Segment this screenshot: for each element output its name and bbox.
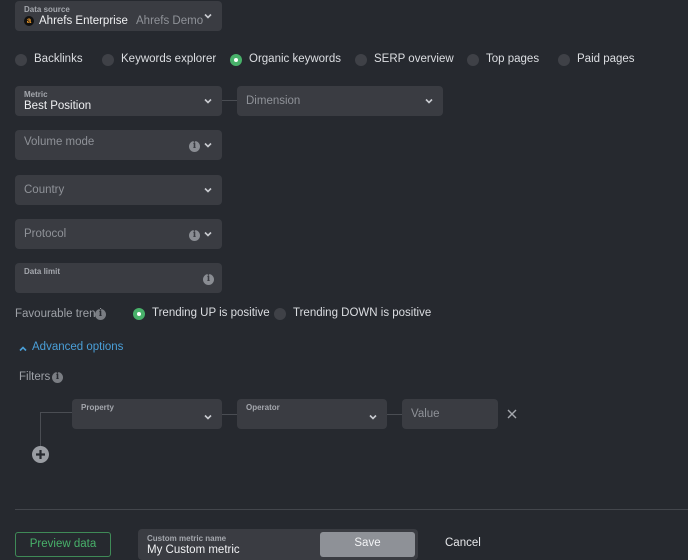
tab-backlinks[interactable]: Backlinks bbox=[15, 52, 85, 68]
tab-label: SERP overview bbox=[374, 53, 454, 65]
operator-label: Operator bbox=[246, 403, 280, 412]
metric-select[interactable]: Metric Best Position bbox=[15, 86, 222, 116]
chevron-down-icon bbox=[369, 414, 377, 420]
divider bbox=[15, 509, 688, 510]
data-source-label: Data source bbox=[24, 5, 70, 14]
radio-selected-icon bbox=[133, 308, 145, 320]
connector-line bbox=[222, 414, 237, 415]
chevron-down-icon bbox=[204, 231, 212, 237]
tab-label: Keywords explorer bbox=[121, 53, 217, 65]
volume-mode-placeholder: Volume mode bbox=[24, 136, 95, 148]
trend-up-option[interactable]: Trending UP is positive bbox=[133, 307, 270, 323]
radio-icon bbox=[274, 308, 286, 320]
filter-operator-select[interactable]: Operator bbox=[237, 399, 387, 429]
data-source-sub: Ahrefs Demo bbox=[136, 15, 204, 27]
chevron-down-icon bbox=[204, 414, 212, 420]
chevron-down-icon bbox=[204, 98, 212, 104]
filters-label: Filters bbox=[19, 371, 51, 383]
trend-down-option[interactable]: Trending DOWN is positive bbox=[274, 307, 431, 323]
chevron-down-icon bbox=[204, 142, 212, 148]
close-icon[interactable] bbox=[506, 408, 518, 420]
protocol-select[interactable]: Protocol i bbox=[15, 219, 222, 249]
connector-line bbox=[387, 414, 402, 415]
advanced-options-label: Advanced options bbox=[32, 341, 124, 353]
radio-icon bbox=[102, 54, 114, 66]
plus-icon bbox=[36, 450, 45, 459]
metric-value: Best Position bbox=[24, 100, 92, 112]
radio-icon bbox=[15, 54, 27, 66]
tab-label: Paid pages bbox=[577, 53, 635, 65]
info-icon[interactable]: i bbox=[95, 309, 106, 320]
chevron-down-icon bbox=[204, 13, 212, 19]
dimension-select[interactable]: Dimension bbox=[237, 86, 443, 116]
trend-down-label: Trending DOWN is positive bbox=[293, 307, 432, 319]
connector-line bbox=[222, 100, 237, 101]
country-select[interactable]: Country bbox=[15, 175, 222, 205]
volume-mode-select[interactable]: Volume mode i bbox=[15, 130, 222, 160]
filter-property-select[interactable]: Property bbox=[72, 399, 222, 429]
filter-tree-line bbox=[40, 412, 72, 413]
radio-icon bbox=[467, 54, 479, 66]
preview-data-button[interactable]: Preview data bbox=[15, 532, 111, 557]
ahrefs-logo-icon: a bbox=[24, 16, 34, 26]
filter-value-input[interactable]: Value bbox=[402, 399, 498, 429]
value-placeholder: Value bbox=[411, 408, 440, 420]
custom-metric-name-label: Custom metric name bbox=[147, 534, 227, 543]
filter-tree-line bbox=[40, 412, 41, 448]
tab-top-pages[interactable]: Top pages bbox=[467, 52, 542, 68]
preview-data-label: Preview data bbox=[29, 538, 97, 550]
dimension-placeholder: Dimension bbox=[246, 95, 301, 107]
metric-label: Metric bbox=[24, 90, 48, 99]
country-placeholder: Country bbox=[24, 184, 65, 196]
tab-label: Backlinks bbox=[34, 53, 83, 65]
save-button[interactable]: Save bbox=[320, 532, 415, 557]
protocol-placeholder: Protocol bbox=[24, 228, 67, 240]
info-icon[interactable]: i bbox=[203, 274, 214, 285]
advanced-options-toggle[interactable]: Advanced options bbox=[18, 341, 123, 357]
data-source-value: Ahrefs Enterprise bbox=[39, 15, 128, 27]
radio-icon bbox=[558, 54, 570, 66]
trend-up-label: Trending UP is positive bbox=[152, 307, 270, 319]
chevron-down-icon bbox=[425, 98, 433, 104]
tab-keywords-explorer[interactable]: Keywords explorer bbox=[102, 52, 217, 68]
radio-icon bbox=[355, 54, 367, 66]
data-limit-input[interactable]: Data limit i bbox=[15, 263, 222, 293]
data-source-select[interactable]: Data source a Ahrefs Enterprise Ahrefs D… bbox=[15, 1, 222, 31]
info-icon[interactable]: i bbox=[52, 372, 63, 383]
chevron-up-icon bbox=[19, 346, 27, 352]
custom-metric-name-value: My Custom metric bbox=[147, 544, 240, 556]
chevron-down-icon bbox=[204, 187, 212, 193]
save-label: Save bbox=[354, 537, 381, 549]
tab-label: Top pages bbox=[486, 53, 540, 65]
data-limit-label: Data limit bbox=[24, 267, 61, 276]
tab-serp-overview[interactable]: SERP overview bbox=[355, 52, 454, 68]
radio-selected-icon bbox=[230, 54, 242, 66]
tab-organic-keywords[interactable]: Organic keywords bbox=[230, 52, 342, 68]
favourable-trend-label: Favourable trend bbox=[15, 308, 102, 320]
info-icon[interactable]: i bbox=[189, 141, 200, 152]
info-icon[interactable]: i bbox=[189, 230, 200, 241]
add-filter-button[interactable] bbox=[32, 446, 49, 463]
property-label: Property bbox=[81, 403, 114, 412]
tab-paid-pages[interactable]: Paid pages bbox=[558, 52, 635, 68]
tab-label: Organic keywords bbox=[249, 53, 342, 65]
cancel-button[interactable]: Cancel bbox=[445, 537, 481, 549]
